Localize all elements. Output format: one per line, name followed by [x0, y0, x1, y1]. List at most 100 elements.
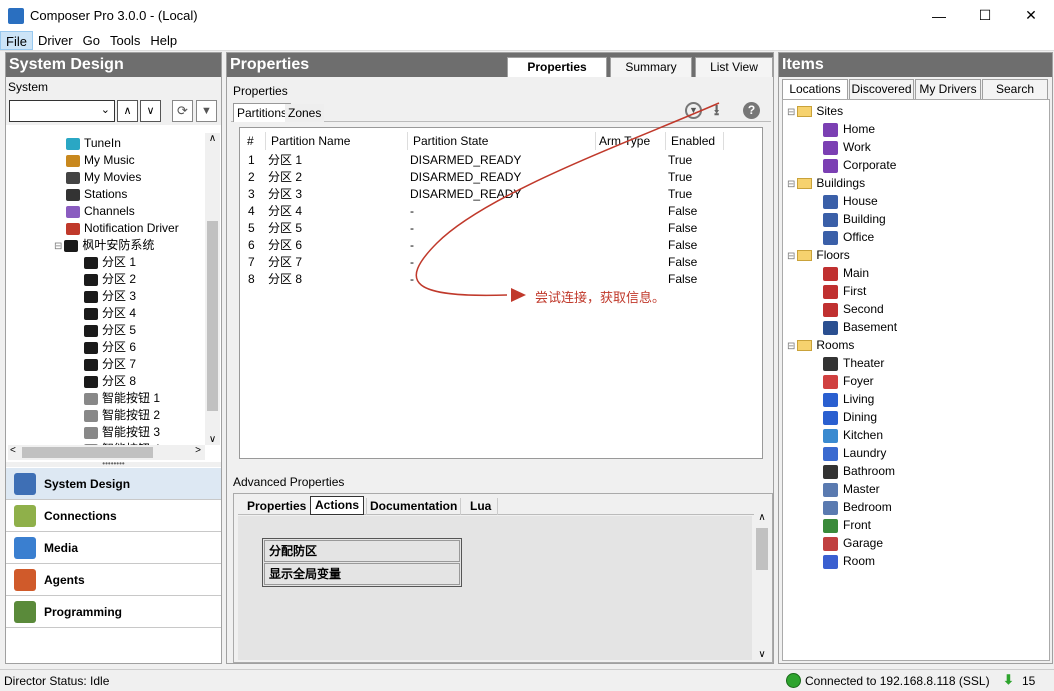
item-label: Garage — [843, 536, 884, 550]
security-system-icon — [64, 239, 79, 252]
location-item[interactable]: House — [823, 192, 878, 210]
tree-vscroll-thumb[interactable] — [207, 221, 218, 411]
location-item[interactable]: Main — [823, 264, 869, 282]
maximize-button[interactable]: ☐ — [962, 0, 1008, 31]
tree-item[interactable]: My Movies — [66, 169, 141, 186]
location-item[interactable]: Master — [823, 480, 880, 498]
splitter-grip[interactable]: •••••••• — [6, 460, 221, 468]
close-button[interactable]: ✕ — [1008, 0, 1054, 31]
location-item[interactable]: Kitchen — [823, 426, 883, 444]
location-item[interactable]: Dining — [823, 408, 877, 426]
tree-item[interactable]: 分区 2 — [84, 271, 136, 288]
location-item[interactable]: Home — [823, 120, 875, 138]
action-assign-zones[interactable]: 分配防区 — [264, 540, 460, 562]
adv-vscrollbar[interactable]: ∧ ∨ — [754, 512, 770, 660]
collapse-icon[interactable]: ⊟ — [787, 107, 795, 118]
filter-icon[interactable]: ▼ — [196, 100, 217, 122]
tree-item[interactable]: 分区 6 — [84, 339, 136, 356]
collapse-icon[interactable]: ⊟ — [54, 241, 62, 252]
menu-help[interactable]: Help — [145, 31, 182, 50]
minimize-button[interactable]: — — [916, 0, 962, 31]
tree-item-label: Channels — [84, 204, 135, 218]
collapse-icon[interactable]: ⊟ — [787, 341, 795, 352]
system-combo[interactable]: ⌄ — [9, 100, 115, 122]
adv-vscroll-thumb[interactable] — [756, 528, 768, 570]
front-icon — [823, 518, 838, 533]
tree-item[interactable]: Channels — [66, 203, 135, 220]
adv-tab-properties[interactable]: Properties — [244, 498, 309, 515]
tree-item[interactable]: 智能按钮 1 — [84, 390, 160, 407]
nav-media[interactable]: Media — [6, 532, 221, 564]
location-item[interactable]: Bedroom — [823, 498, 892, 516]
refresh-icon[interactable]: ⟳ — [172, 100, 193, 122]
location-item[interactable]: Garage — [823, 534, 883, 552]
tree-vscrollbar[interactable]: ∧ ∨ — [205, 133, 220, 445]
tree-item[interactable]: 分区 3 — [84, 288, 136, 305]
adv-tab-documentation[interactable]: Documentation — [366, 498, 462, 515]
bedroom-icon — [823, 500, 838, 515]
menu-file[interactable]: File — [0, 31, 33, 50]
menu-tools[interactable]: Tools — [105, 31, 145, 50]
nav-connections[interactable]: Connections — [6, 500, 221, 532]
location-group[interactable]: ⊟ Sites — [787, 102, 843, 120]
tab-locations[interactable]: Locations — [782, 79, 848, 99]
nav-agents[interactable]: Agents — [6, 564, 221, 596]
location-item[interactable]: Corporate — [823, 156, 896, 174]
tree-item[interactable]: 分区 4 — [84, 305, 136, 322]
tree-item-label: 分区 2 — [102, 272, 137, 286]
location-group[interactable]: ⊟ Floors — [787, 246, 850, 264]
tab-discovered[interactable]: Discovered — [849, 79, 914, 99]
menu-driver[interactable]: Driver — [33, 31, 78, 50]
location-item[interactable]: Bathroom — [823, 462, 895, 480]
tree-item-label: 分区 4 — [102, 306, 137, 320]
tree-hscroll-thumb[interactable] — [22, 447, 153, 458]
collapse-icon[interactable]: ⊟ — [787, 251, 795, 262]
notification-icon — [66, 222, 80, 235]
location-item[interactable]: Office — [823, 228, 874, 246]
move-down-button[interactable]: ∨ — [140, 100, 161, 122]
location-item[interactable]: Theater — [823, 354, 884, 372]
partition-icon — [84, 290, 98, 303]
location-item[interactable]: Work — [823, 138, 871, 156]
folder-icon — [797, 178, 813, 190]
location-item[interactable]: Basement — [823, 318, 897, 336]
tree-item[interactable]: TuneIn — [66, 135, 121, 152]
location-item[interactable]: Second — [823, 300, 884, 318]
tree-item-label: 分区 1 — [102, 255, 137, 269]
location-group[interactable]: ⊟ Rooms — [787, 336, 854, 354]
tree-item[interactable]: 智能按钮 3 — [84, 424, 160, 441]
move-up-button[interactable]: ∧ — [117, 100, 138, 122]
adv-tab-lua[interactable]: Lua — [464, 498, 499, 515]
collapse-icon[interactable]: ⊟ — [787, 179, 795, 190]
location-item[interactable]: Foyer — [823, 372, 874, 390]
channels-icon — [66, 205, 80, 218]
adv-tab-actions[interactable]: Actions — [310, 496, 365, 515]
action-show-globals[interactable]: 显示全局变量 — [264, 563, 460, 585]
location-item[interactable]: Building — [823, 210, 886, 228]
nav-label: System Design — [44, 476, 131, 491]
tab-search[interactable]: Search — [982, 79, 1048, 99]
tab-my-drivers[interactable]: My Drivers — [915, 79, 981, 99]
tree-item[interactable]: Notification Driver — [66, 220, 179, 237]
location-item[interactable]: Room — [823, 552, 875, 570]
nav-system-design[interactable]: System Design — [6, 468, 221, 500]
tree-item[interactable]: Stations — [66, 186, 127, 203]
tree-item[interactable]: 智能按钮 2 — [84, 407, 160, 424]
tree-item[interactable]: 分区 1 — [84, 254, 136, 271]
kitchen-icon — [823, 428, 838, 443]
tree-item[interactable]: ⊟ 枫叶安防系统 — [54, 237, 154, 254]
location-item[interactable]: First — [823, 282, 866, 300]
item-label: Office — [843, 230, 875, 244]
menu-go[interactable]: Go — [78, 31, 105, 50]
location-group[interactable]: ⊟ Buildings — [787, 174, 865, 192]
location-item[interactable]: Front — [823, 516, 871, 534]
tree-item[interactable]: My Music — [66, 152, 135, 169]
tree-item[interactable]: 分区 5 — [84, 322, 136, 339]
location-item[interactable]: Living — [823, 390, 874, 408]
tree-item[interactable]: 分区 8 — [84, 373, 136, 390]
item-label: Corporate — [843, 158, 897, 172]
tree-hscrollbar[interactable]: < > — [8, 445, 205, 460]
location-item[interactable]: Laundry — [823, 444, 886, 462]
tree-item[interactable]: 分区 7 — [84, 356, 136, 373]
nav-programming[interactable]: Programming — [6, 596, 221, 628]
